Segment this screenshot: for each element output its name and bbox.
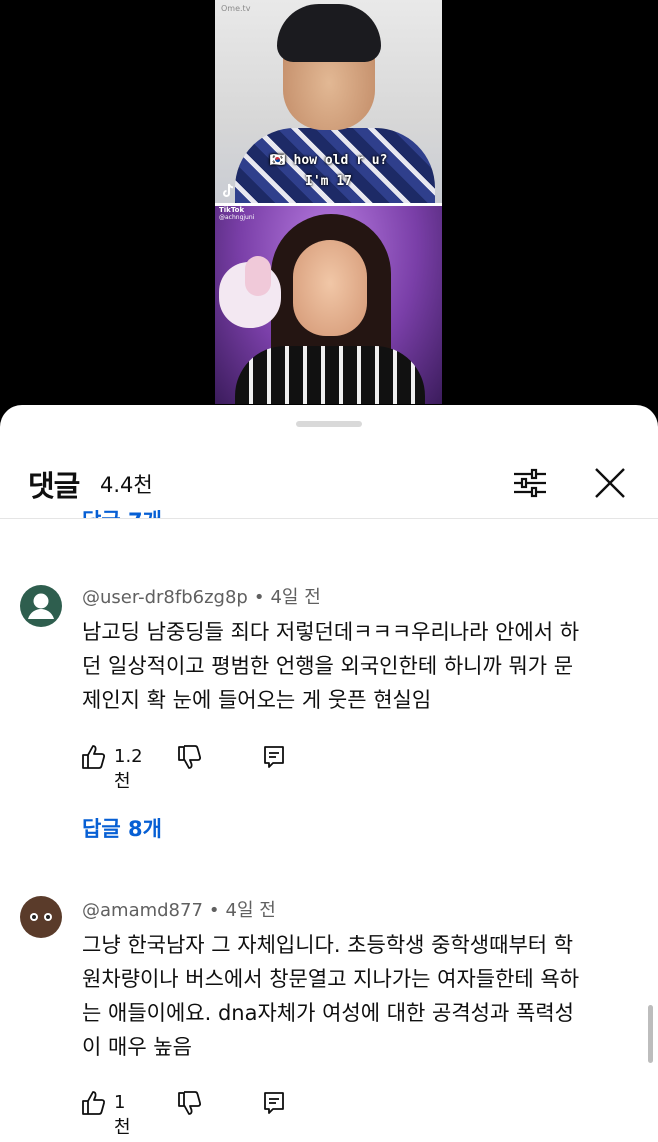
comment-time: 4일 전 <box>270 587 321 608</box>
header-divider <box>0 518 658 519</box>
comment-text-line: 이 매우 높음 <box>82 1035 192 1059</box>
reply-button[interactable] <box>260 1085 288 1121</box>
comment-time: 4일 전 <box>225 900 276 921</box>
reply-icon <box>264 746 284 768</box>
comment-meta: @amamd877 • 4일 전 <box>82 900 276 921</box>
reply-button[interactable] <box>260 739 288 775</box>
comment-meta: @user-dr8fb6zg8p • 4일 전 <box>82 587 321 608</box>
like-button[interactable]: 1천 <box>80 1085 131 1138</box>
reply-icon <box>264 1092 284 1114</box>
filter-button[interactable] <box>508 461 552 505</box>
comment-text: 그냥 한국남자 그 자체입니다. 초등학생 중학생때부터 학 원차량이나 버스에… <box>82 928 622 1064</box>
tiktok-handle: @achngjuni <box>219 214 255 221</box>
comment-text-line: 제인지 확 눈에 들어오는 게 웃픈 현실임 <box>82 688 432 712</box>
comment-actions: 1천 <box>80 1085 380 1138</box>
comment-text-line: 원차량이나 버스에서 창문열고 지나가는 여자들한테 욕하 <box>82 967 580 991</box>
thumbs-down-icon <box>178 1091 202 1115</box>
comment-text-line: 남고딩 남중딩들 죄다 저렇던데ㅋㅋㅋ우리나라 안에서 하 <box>82 620 580 644</box>
comment-text-line: 는 애들이에요. dna자체가 여성에 대한 공격성과 폭력성 <box>82 1001 574 1025</box>
like-count: 1천 <box>114 1092 131 1138</box>
dislike-button[interactable] <box>176 739 204 775</box>
like-count: 1.2천 <box>114 746 143 792</box>
video-panel-top: Ome.tv 🇰🇷 how old r u? I'm 17 <box>215 0 442 218</box>
like-button[interactable]: 1.2천 <box>80 739 143 792</box>
thumbs-up-icon <box>82 1091 106 1115</box>
comment-author[interactable]: @user-dr8fb6zg8p <box>82 587 248 608</box>
filter-icon <box>514 468 546 498</box>
comment-text-line: 그냥 한국남자 그 자체입니다. 초등학생 중학생때부터 학 <box>82 933 574 957</box>
comment-author[interactable]: @amamd877 <box>82 900 203 921</box>
comments-count: 4.4천 <box>100 473 153 497</box>
comment-text-line: 던 일상적이고 평범한 언행을 외국인한테 하니까 뭐가 문 <box>82 654 574 678</box>
default-user-icon <box>28 593 54 619</box>
dislike-button[interactable] <box>176 1085 204 1121</box>
video-frame: Ome.tv 🇰🇷 how old r u? I'm 17 TikTok @ac… <box>215 0 442 404</box>
replies-link[interactable]: 답글 8개 <box>82 813 162 843</box>
thumbs-up-icon <box>82 745 106 769</box>
video-caption-line2: I'm 17 <box>305 174 352 189</box>
plush-toy-ear <box>245 256 271 296</box>
avatar[interactable] <box>20 896 62 938</box>
person-face <box>293 240 367 336</box>
person-hair <box>277 4 381 62</box>
thumbs-down-icon <box>178 745 202 769</box>
sheet-drag-handle[interactable] <box>296 421 362 427</box>
comments-title: 댓글 <box>28 469 80 503</box>
video-watermark: Ome.tv <box>221 4 251 13</box>
comment-text: 남고딩 남중딩들 죄다 저렇던데ㅋㅋㅋ우리나라 안에서 하 던 일상적이고 평범… <box>82 615 622 717</box>
person-shirt <box>235 346 425 404</box>
comments-sheet: 답글 7개 댓글 4.4천 @user-dr8fb6zg8p • 4일 전 남고… <box>0 405 658 1142</box>
tiktok-icon <box>221 183 249 199</box>
close-icon <box>595 468 625 498</box>
tiktok-label: TikTok <box>219 206 245 214</box>
comment-actions: 1.2천 <box>80 739 380 792</box>
comments-header: 댓글 4.4천 <box>0 449 658 519</box>
video-player[interactable]: Ome.tv 🇰🇷 how old r u? I'm 17 TikTok @ac… <box>0 0 658 420</box>
video-panel-bottom <box>215 206 442 404</box>
eyes-avatar-icon <box>30 913 52 921</box>
scrollbar[interactable] <box>648 1005 653 1063</box>
avatar[interactable] <box>20 585 62 627</box>
close-button[interactable] <box>588 461 632 505</box>
video-caption-line1: 🇰🇷 how old r u? <box>269 153 388 168</box>
